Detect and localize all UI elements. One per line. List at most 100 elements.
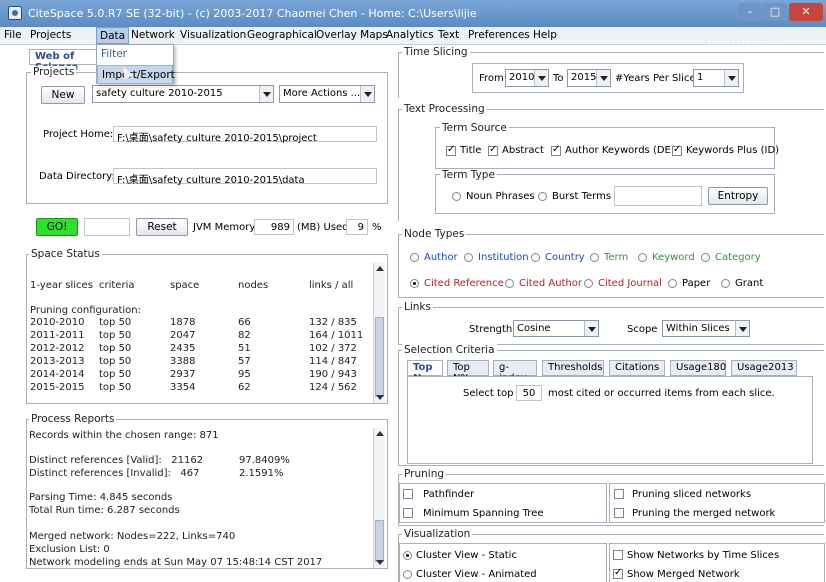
term-type-input[interactable] [614, 186, 702, 206]
category-radio[interactable] [701, 253, 710, 262]
menu-file[interactable]: File [4, 29, 22, 41]
menu-projects[interactable]: Projects [30, 29, 71, 41]
country-radio[interactable] [531, 253, 540, 262]
project-home-field[interactable]: F:\桌面\safety culture 2010-2015\project [113, 126, 377, 144]
keywords-plus-checkbox[interactable] [672, 144, 682, 156]
menu-preferences[interactable]: Preferences [468, 29, 530, 41]
from-year-value: 2010 [509, 72, 535, 83]
minimum-spanning-tree-checkbox[interactable] [403, 508, 413, 518]
scrollbar-thumb[interactable] [375, 317, 384, 397]
project-select[interactable]: safety culture 2010-2015 [92, 85, 274, 103]
process-reports-scrollbar[interactable] [373, 428, 385, 568]
tab-usage180[interactable]: Usage180 [670, 360, 726, 376]
mb-used-label: (MB) Used [297, 222, 349, 233]
cited-reference-radio[interactable] [410, 279, 419, 288]
burst-terms-radio[interactable] [538, 192, 547, 201]
menu-geographical[interactable]: Geographical [247, 29, 317, 41]
cluster-view-animated-radio[interactable] [403, 570, 412, 579]
author-keywords-checkbox[interactable] [551, 144, 561, 156]
paper-radio[interactable] [668, 279, 677, 288]
menu-item-filter[interactable]: Filter [97, 45, 173, 64]
author-radio[interactable] [410, 253, 419, 262]
menu-analytics[interactable]: Analytics [386, 29, 434, 41]
pruning-merged-network-checkbox[interactable] [614, 508, 624, 518]
project-home-label: Project Home: [43, 129, 114, 140]
data-menu-dropdown: Filter Import/Export [96, 44, 175, 84]
table-cell: 102 / 372 [309, 343, 357, 354]
term-type-box: Term Type Noun Phrases Burst Terms Entro… [435, 169, 775, 214]
report-line: 2.1591% [239, 468, 284, 479]
show-networks-by-time-slices-checkbox[interactable] [613, 550, 623, 560]
scroll-down-icon[interactable] [376, 395, 384, 400]
tab-g-index[interactable]: g-index [493, 360, 537, 384]
new-project-button[interactable]: New [41, 86, 85, 104]
menu-text[interactable]: Text [438, 29, 459, 41]
author-keywords-label: Author Keywords (DE) [565, 145, 675, 156]
strength-select[interactable]: Cosine [513, 320, 599, 337]
maximize-button[interactable]: □ [763, 3, 787, 21]
pathfinder-checkbox[interactable] [403, 489, 413, 499]
visualization-left-box: Cluster View - Static Cluster View - Ani… [399, 543, 607, 582]
title-checkbox[interactable] [446, 144, 456, 156]
more-actions-select[interactable]: More Actions ... [279, 85, 375, 103]
table-cell: top 50 [99, 382, 132, 393]
tab-top-n-percent[interactable]: Top N% [447, 360, 489, 384]
pruning-merged-network-label: Pruning the merged network [632, 508, 776, 519]
scroll-up-icon[interactable] [376, 431, 384, 436]
from-year-select[interactable]: 2010 [505, 69, 549, 87]
pruning-sliced-networks-checkbox[interactable] [614, 489, 624, 499]
institution-radio[interactable] [464, 253, 473, 262]
minimize-button[interactable]: – [738, 3, 762, 21]
scope-select[interactable]: Within Slices [662, 320, 750, 337]
menu-network[interactable]: Network [131, 29, 175, 41]
noun-phrases-radio[interactable] [452, 192, 461, 201]
table-cell: 95 [238, 369, 251, 380]
reset-button[interactable]: Reset [136, 218, 188, 236]
tab-thresholds[interactable]: Thresholds [542, 360, 604, 376]
menu-data[interactable]: Data [96, 27, 130, 44]
menu-item-import-export[interactable]: Import/Export [97, 65, 175, 84]
keyword-radio[interactable] [638, 253, 647, 262]
pruning-title: Pruning [402, 468, 447, 480]
scroll-up-icon[interactable] [376, 266, 384, 271]
menu-visualization[interactable]: Visualization [180, 29, 246, 41]
cited-journal-radio[interactable] [584, 279, 593, 288]
scrollbar-thumb[interactable] [375, 520, 384, 562]
category-label: Category [715, 252, 761, 263]
go-button[interactable]: GO! [36, 218, 78, 236]
table-cell: 2010-2010 [30, 317, 85, 328]
term-source-title: Term Source [440, 122, 509, 134]
menu-help[interactable]: Help [533, 29, 557, 41]
chevron-down-icon [360, 86, 374, 102]
tab-web-of-science[interactable]: Web of Science [29, 49, 105, 73]
keyword-label: Keyword [652, 252, 695, 263]
scroll-down-icon[interactable] [376, 560, 384, 565]
close-button[interactable]: ✕ [789, 3, 823, 21]
grant-label: Grant [735, 278, 764, 289]
grant-radio[interactable] [721, 279, 730, 288]
years-per-slice-value: 1 [697, 72, 704, 83]
menu-overlay-maps[interactable]: Overlay Maps [316, 29, 388, 41]
to-year-select[interactable]: 2015 [567, 69, 611, 87]
table-cell: 2012-2012 [30, 343, 85, 354]
author-label: Author [424, 252, 458, 263]
term-radio[interactable] [590, 253, 599, 262]
noun-phrases-label: Noun Phrases [466, 191, 535, 202]
tab-usage2013[interactable]: Usage2013 [731, 360, 797, 376]
select-top-input[interactable]: 50 [516, 385, 542, 401]
show-merged-network-checkbox[interactable] [613, 567, 623, 579]
table-cell: 3354 [170, 382, 196, 393]
years-per-slice-select[interactable]: 1 [693, 69, 739, 87]
space-status-scrollbar[interactable] [373, 263, 385, 403]
data-directory-field[interactable]: F:\桌面\safety culture 2010-2015\data [113, 168, 377, 186]
cited-author-radio[interactable] [505, 279, 514, 288]
pruning-configuration-label: Pruning configuration: [30, 305, 141, 316]
node-types-panel: Node Types Author Institution Country Te… [398, 228, 824, 298]
table-cell: top 50 [99, 330, 132, 341]
tab-citations[interactable]: Citations [609, 360, 665, 376]
entropy-button[interactable]: Entropy [708, 187, 768, 205]
cluster-view-static-radio[interactable] [403, 551, 412, 560]
tab-top-n[interactable]: Top N [407, 360, 443, 384]
table-cell: top 50 [99, 343, 132, 354]
abstract-checkbox[interactable] [488, 144, 498, 156]
